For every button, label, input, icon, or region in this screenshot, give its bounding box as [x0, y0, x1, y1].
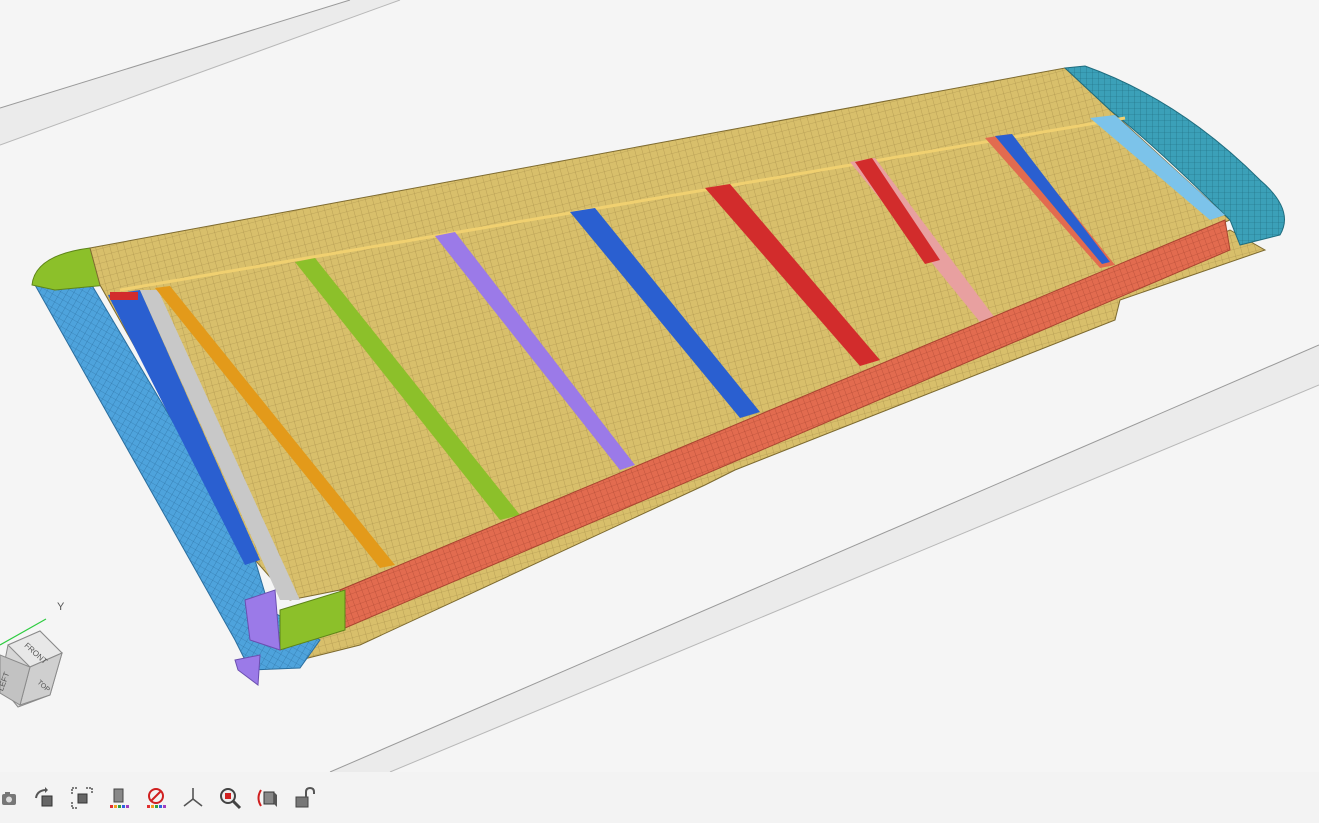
zoom-icon[interactable]	[214, 782, 246, 814]
wing-mesh-model[interactable]	[0, 0, 1319, 772]
perspective-icon[interactable]	[251, 782, 283, 814]
axis-y-label: Y	[57, 601, 65, 613]
view-cube[interactable]: Y FRONT LEFT TOP	[0, 601, 80, 715]
unlock-icon[interactable]	[288, 782, 320, 814]
root-red-patch	[110, 292, 138, 300]
rotate-view-icon[interactable]	[29, 782, 61, 814]
view-toolbar	[0, 772, 1319, 823]
camera-icon[interactable]	[0, 782, 24, 814]
root-bottom-purple	[234, 654, 261, 686]
axes-icon[interactable]	[177, 782, 209, 814]
graphics-viewport[interactable]: Y FRONT LEFT TOP	[0, 0, 1319, 772]
color-by-part-icon[interactable]	[103, 782, 135, 814]
fit-view-icon[interactable]	[66, 782, 98, 814]
hide-icon[interactable]	[140, 782, 172, 814]
